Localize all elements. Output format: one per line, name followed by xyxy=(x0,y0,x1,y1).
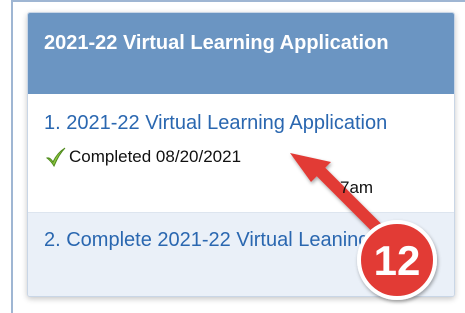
status-line: Completed 08/20/2021 xyxy=(44,145,454,169)
frame-border-left xyxy=(11,0,13,313)
check-icon xyxy=(44,145,68,169)
complete-virtual-leaning-app-link[interactable]: 2. Complete 2021-22 Virtual Leaning App. xyxy=(44,229,454,251)
virtual-learning-application-link[interactable]: 1. 2021-22 Virtual Learning Application xyxy=(44,112,454,134)
list-item-virtual-learning-application[interactable]: 1. 2021-22 Virtual Learning Application … xyxy=(28,94,454,213)
status-text: Completed 08/20/2021 xyxy=(69,147,242,166)
frame-border-top xyxy=(11,0,465,2)
list-item-complete-virtual-leaning-app[interactable]: 2. Complete 2021-22 Virtual Leaning App. xyxy=(28,213,454,296)
application-panel: 2021-22 Virtual Learning Application 1. … xyxy=(27,12,455,297)
panel-title: 2021-22 Virtual Learning Application xyxy=(28,13,454,94)
